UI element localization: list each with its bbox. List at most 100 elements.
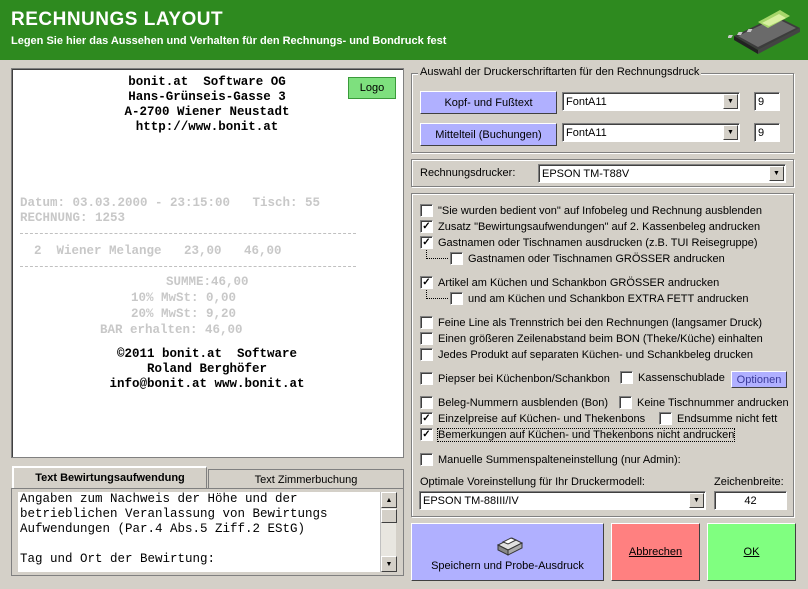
checkbox-box[interactable] bbox=[620, 371, 633, 384]
page-title: RECHNUNGS LAYOUT bbox=[11, 9, 224, 30]
company-line: bonit.at Software OG bbox=[128, 75, 286, 89]
chevron-down-icon[interactable]: ▼ bbox=[723, 125, 738, 140]
option-checkbox[interactable]: ✓ Einzelpreise auf Küchen- und Thekenbons bbox=[420, 412, 645, 425]
tab-bewirtung[interactable]: Text Bewirtungsaufwendung bbox=[12, 466, 207, 488]
checkbox-box[interactable]: ✓ bbox=[420, 276, 433, 289]
chevron-down-icon[interactable]: ▼ bbox=[689, 493, 704, 508]
width-label: Zeichenbreite: bbox=[714, 476, 784, 488]
option-checkbox[interactable]: Jedes Produkt auf separaten Küchen- und … bbox=[420, 348, 753, 361]
mittel-size-input[interactable]: 9 bbox=[754, 123, 780, 142]
checkbox-box[interactable] bbox=[450, 252, 463, 265]
mittel-font-select[interactable]: FontA11 ▼ bbox=[562, 123, 740, 142]
kopf-size-input[interactable]: 9 bbox=[754, 92, 780, 111]
option-checkbox[interactable]: Gastnamen oder Tischnamen GRÖSSER andruc… bbox=[450, 252, 725, 265]
model-label: Optimale Voreinstellung für Ihr Druckerm… bbox=[420, 476, 645, 488]
mittel-font-value: FontA11 bbox=[566, 126, 607, 139]
printer-model-value: EPSON TM-88III/IV bbox=[423, 494, 519, 507]
chevron-down-icon[interactable]: ▼ bbox=[723, 94, 738, 109]
save-print-label: Speichern und Probe-Ausdruck bbox=[431, 559, 584, 572]
option-checkbox[interactable]: Kassenschublade bbox=[620, 371, 725, 384]
option-checkbox[interactable]: Feine Line als Trennstrich bei den Rechn… bbox=[420, 316, 762, 329]
checkbox-box[interactable] bbox=[619, 396, 632, 409]
option-label: Feine Line als Trennstrich bei den Rechn… bbox=[438, 316, 763, 329]
footer-line: Roland Berghöfer bbox=[146, 362, 268, 376]
company-line: A-2700 Wiener Neustadt bbox=[124, 105, 290, 119]
printer-value: EPSON TM-T88V bbox=[542, 167, 630, 180]
kopf-font-select[interactable]: FontA11 ▼ bbox=[562, 92, 740, 111]
printer-select[interactable]: EPSON TM-T88V ▼ bbox=[538, 164, 786, 183]
option-checkbox[interactable]: Einen größeren Zeilenabstand beim BON (T… bbox=[420, 332, 763, 345]
printer-icon bbox=[496, 536, 523, 556]
printer-model-select[interactable]: EPSON TM-88III/IV ▼ bbox=[419, 491, 706, 510]
text-scrollbar[interactable]: ▲ ▼ bbox=[380, 492, 397, 572]
tab-zimmerbuchung[interactable]: Text Zimmerbuchung bbox=[208, 469, 404, 489]
checkbox-box[interactable] bbox=[420, 396, 433, 409]
footer-line: info@bonit.at www.bonit.at bbox=[109, 377, 305, 391]
option-checkbox[interactable]: und am Küchen und Schankbon EXTRA FETT a… bbox=[450, 292, 748, 305]
option-label: "Sie wurden bedient von" auf Infobeleg u… bbox=[438, 204, 763, 217]
checkbox-box[interactable]: ✓ bbox=[420, 428, 433, 441]
option-checkbox[interactable]: ✓ Artikel am Küchen und Schankbon GRÖSSER… bbox=[420, 276, 719, 289]
checkbox-box[interactable] bbox=[450, 292, 463, 305]
company-line: http://www.bonit.at bbox=[135, 120, 279, 134]
checkbox-box[interactable] bbox=[420, 316, 433, 329]
ok-button[interactable]: OK bbox=[707, 523, 796, 581]
tree-connector bbox=[426, 290, 448, 299]
checkbox-box[interactable] bbox=[659, 412, 672, 425]
option-checkbox[interactable]: ✓ Gastnamen oder Tischnamen ausdrucken (z… bbox=[420, 236, 758, 249]
receipt-tax-20: 20% MwSt: 9,20 bbox=[131, 307, 237, 321]
checkbox-box[interactable] bbox=[420, 348, 433, 361]
option-label: Einzelpreise auf Küchen- und Thekenbons bbox=[438, 412, 646, 425]
checkbox-box[interactable] bbox=[420, 332, 433, 345]
option-label: Jedes Produkt auf separaten Küchen- und … bbox=[438, 348, 753, 361]
option-label: Bemerkungen auf Küchen- und Thekenbons n… bbox=[436, 427, 736, 442]
option-checkbox[interactable]: "Sie wurden bedient von" auf Infobeleg u… bbox=[420, 204, 762, 217]
option-label: Zusatz "Bewirtungsaufwendungen" auf 2. K… bbox=[438, 220, 761, 233]
scroll-thumb[interactable] bbox=[381, 509, 397, 523]
option-label: Einen größeren Zeilenabstand beim BON (T… bbox=[438, 332, 763, 345]
checkbox-box[interactable] bbox=[420, 204, 433, 217]
option-checkbox[interactable]: Piepser bei Küchenbon/Schankbon bbox=[420, 372, 610, 385]
company-line: Hans-Grünseis-Gasse 3 bbox=[128, 90, 286, 104]
option-checkbox[interactable]: Endsumme nicht fett bbox=[659, 412, 777, 425]
kopf-font-value: FontA11 bbox=[566, 95, 607, 108]
save-print-button[interactable]: Speichern und Probe-Ausdruck bbox=[411, 523, 604, 581]
option-label: Endsumme nicht fett bbox=[677, 412, 778, 425]
checkbox-box[interactable]: ✓ bbox=[420, 236, 433, 249]
font-group-title: Auswahl der Druckerschriftarten für den … bbox=[418, 66, 702, 78]
option-checkbox[interactable]: ✓ Bemerkungen auf Küchen- und Thekenbons … bbox=[420, 427, 736, 442]
char-width-input[interactable]: 42 bbox=[714, 491, 787, 510]
option-label: Keine Tischnummer andrucken bbox=[637, 396, 789, 409]
receipt-divider bbox=[20, 266, 356, 267]
receipt-cash: BAR erhalten: 46,00 bbox=[100, 323, 243, 337]
receipt-divider bbox=[20, 233, 356, 234]
receipt-number-line: RECHNUNG: 1253 bbox=[20, 211, 126, 225]
receipt-tax-10: 10% MwSt: 0,00 bbox=[131, 291, 237, 305]
option-label: Manuelle Summenspalteneinstellung (nur A… bbox=[438, 453, 681, 466]
option-label: Kassenschublade bbox=[638, 371, 725, 384]
checkbox-box[interactable] bbox=[420, 372, 433, 385]
checkbox-box[interactable]: ✓ bbox=[420, 412, 433, 425]
mittelteil-button[interactable]: Mittelteil (Buchungen) bbox=[420, 123, 557, 146]
option-checkbox[interactable]: Beleg-Nummern ausblenden (Bon) bbox=[420, 396, 608, 409]
receipt-date-line: Datum: 03.03.2000 - 23:15:00 Tisch: 55 bbox=[20, 196, 321, 210]
page-subtitle: Legen Sie hier das Aussehen und Verhalte… bbox=[11, 35, 447, 47]
receipt-item-line: 2 Wiener Melange 23,00 46,00 bbox=[34, 244, 282, 258]
checkbox-box[interactable] bbox=[420, 453, 433, 466]
printer-label: Rechnungsdrucker: bbox=[420, 167, 516, 179]
scroll-up-icon[interactable]: ▲ bbox=[381, 492, 397, 508]
checkbox-box[interactable]: ✓ bbox=[420, 220, 433, 233]
cancel-button[interactable]: Abbrechen bbox=[611, 523, 700, 581]
option-checkbox[interactable]: ✓ Zusatz "Bewirtungsaufwendungen" auf 2. … bbox=[420, 220, 760, 233]
option-label: Beleg-Nummern ausblenden (Bon) bbox=[438, 396, 608, 409]
tree-connector bbox=[426, 250, 448, 259]
optionen-button[interactable]: Optionen bbox=[731, 371, 787, 388]
option-checkbox[interactable]: Manuelle Summenspalteneinstellung (nur A… bbox=[420, 453, 681, 466]
scroll-down-icon[interactable]: ▼ bbox=[381, 556, 397, 572]
option-checkbox[interactable]: Keine Tischnummer andrucken bbox=[619, 396, 789, 409]
footer-line: ©2011 bonit.at Software bbox=[116, 347, 298, 361]
kopf-fusstext-button[interactable]: Kopf- und Fußtext bbox=[420, 91, 557, 114]
bewirtung-textarea[interactable]: Angaben zum Nachweis der Höhe und der be… bbox=[18, 492, 380, 572]
chevron-down-icon[interactable]: ▼ bbox=[769, 166, 784, 181]
receipt-preview: Logo bonit.at Software OG Hans-Grünseis-… bbox=[11, 68, 404, 458]
